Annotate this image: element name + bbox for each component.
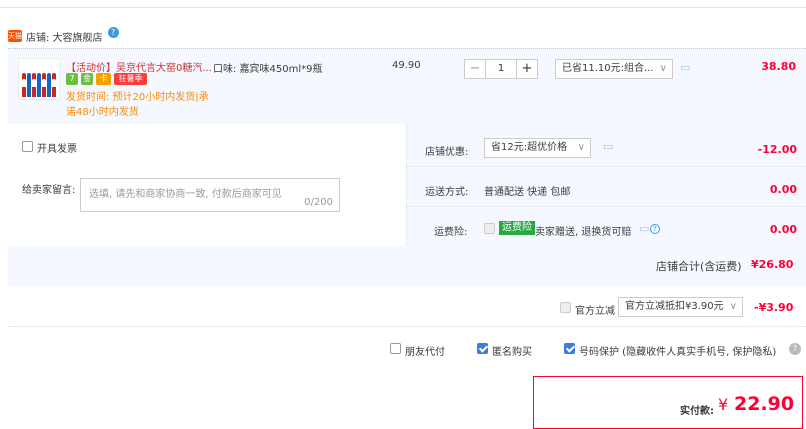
anonymous-label[interactable]: 匿名购买 (492, 343, 532, 358)
insurance-text: 卖家赠送, 退换货可赔 (535, 227, 632, 238)
friend-pay-checkbox[interactable] (390, 343, 401, 355)
product-spec: 口味: 嘉宾味450ml*9瓶 (213, 64, 323, 75)
shipping-value: 普通配送 快递 包邮 (484, 187, 571, 198)
message-counter: 0/200 (304, 197, 333, 208)
invoice-label[interactable]: 开具发票 (37, 140, 77, 155)
pay-label: 实付款: (680, 406, 714, 417)
options-left-panel: 开具发票 给卖家留言: 选填, 请先和商家协商一致, 付款后商家可见 0/200 (8, 124, 406, 246)
pay-amount: 22.90 (734, 393, 795, 415)
shop-row: 天猫 店铺: 大容旗舰店 ? (8, 26, 119, 46)
official-discount-row: 官方立减 官方立减抵扣¥3.90元 ∨ -¥3.90 (8, 290, 806, 326)
gold-badge-icon: 金 (81, 73, 93, 85)
chevron-down-icon: ∨ (729, 301, 737, 312)
message-label: 给卖家留言: (22, 185, 76, 196)
official-discount-checkbox (560, 302, 571, 314)
friend-pay-label[interactable]: 朋友代付 (405, 343, 445, 358)
summer-sale-badge: 狂暑季 (114, 73, 147, 85)
official-discount-select[interactable]: 官方立减抵扣¥3.90元 ∨ (618, 297, 743, 317)
qty-minus-button[interactable]: − (464, 59, 486, 79)
shop-discount-label: 店铺优惠: (425, 147, 469, 158)
ship-time-note: 发货时间: 预计20小时内发货|承 诺48小时内发货 (66, 92, 209, 118)
qty-input[interactable]: 1 (486, 59, 516, 79)
invoice-checkbox[interactable] (22, 141, 33, 152)
item-amount: 38.80 (761, 60, 796, 73)
official-discount-amount: -¥3.90 (754, 301, 794, 314)
divider (406, 206, 806, 207)
seven-day-return-icon: 7 (66, 73, 78, 85)
checkout-options-row: 朋友代付 匿名购买 号码保护 (隐藏收件人真实手机号, 保护隐私) ? (8, 326, 806, 366)
card-badge-icon: 卡 (96, 73, 111, 85)
product-title[interactable]: 【活动价】吴京代言大窑0糖汽... (66, 59, 212, 74)
message-placeholder: 选填, 请先和商家协商一致, 付款后商家可见 (89, 189, 282, 200)
number-protect-checkbox[interactable] (564, 343, 575, 355)
shop-discount-amount: -12.00 (757, 143, 797, 156)
official-discount-label: 官方立减 (575, 306, 615, 317)
unit-price: 49.90 (392, 60, 421, 71)
qty-plus-button[interactable]: + (516, 59, 538, 79)
insurance-label: 运费险: (434, 227, 468, 238)
product-thumbnail[interactable] (18, 58, 60, 100)
subtotal-label: 店铺合计(含运费) (656, 260, 742, 273)
anonymous-checkbox[interactable] (477, 343, 488, 355)
quantity-stepper: − 1 + (464, 59, 538, 79)
invoice-checkbox-wrap[interactable] (22, 141, 33, 153)
shipping-label: 运送方式: (425, 187, 469, 198)
order-item: 【活动价】吴京代言大窑0糖汽... 7 金 卡 狂暑季 发货时间: 预计20小时… (8, 48, 806, 124)
cart-table-header (0, 0, 806, 8)
chat-icon[interactable]: ▭ (639, 222, 649, 235)
item-discount-select[interactable]: 已省11.10元:组合... ∨ (555, 59, 673, 79)
insurance-amount: 0.00 (769, 223, 797, 236)
chat-icon[interactable]: ▭ (680, 61, 690, 74)
message-textarea[interactable]: 选填, 请先和商家协商一致, 付款后商家可见 0/200 (80, 178, 340, 212)
number-protect-label[interactable]: 号码保护 (隐藏收件人真实手机号, 保护隐私) (579, 343, 776, 358)
tmall-icon: 天猫 (8, 30, 22, 42)
chevron-down-icon: ∨ (577, 142, 585, 153)
insurance-tag: 运费险 (499, 221, 535, 235)
shop-name[interactable]: 店铺: 大容旗舰店 (26, 29, 103, 44)
insurance-checkbox (484, 223, 495, 235)
shop-discount-select[interactable]: 省12元:超优价格 ∨ (484, 138, 591, 158)
order-options: 开具发票 给卖家留言: 选填, 请先和商家协商一致, 付款后商家可见 0/200… (8, 124, 806, 286)
shop-help-icon[interactable]: ? (107, 26, 119, 38)
shop-subtotal: 店铺合计(含运费) ¥26.80 (8, 246, 806, 286)
divider (406, 166, 806, 167)
chat-icon[interactable]: ▭ (603, 140, 613, 153)
payment-total-box: 实付款: ¥ 22.90 (533, 376, 803, 429)
options-right-panel: 店铺优惠: 省12元:超优价格 ∨ ▭ -12.00 运送方式: 普通配送 快递… (406, 124, 806, 246)
chevron-down-icon: ∨ (659, 63, 667, 74)
product-badges: 7 金 卡 狂暑季 (66, 73, 147, 85)
number-protect-help-icon[interactable]: ? (789, 343, 801, 355)
subtotal-amount: ¥26.80 (751, 258, 794, 271)
insurance-help-icon[interactable]: ? (650, 223, 660, 234)
shipping-amount: 0.00 (769, 183, 797, 196)
pay-currency: ¥ (718, 395, 729, 414)
